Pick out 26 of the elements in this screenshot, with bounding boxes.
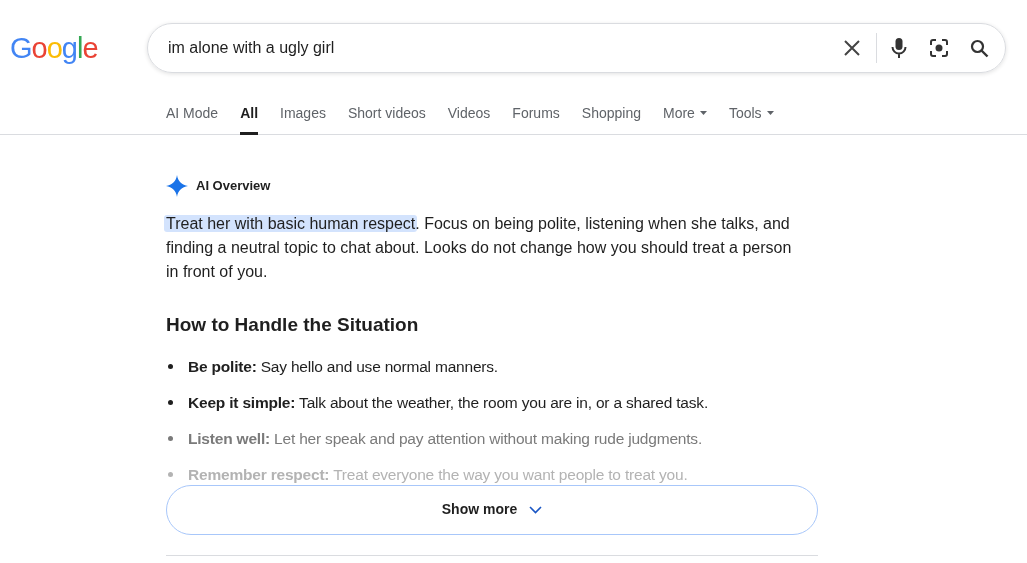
microphone-icon[interactable] xyxy=(891,37,907,59)
overview-paragraph: Treat her with basic human respect. Focus on being polite, listening when she talks, and finding a neutral topic to chat about. Looks do not change how you should treat a person in front of you. xyxy=(166,214,793,282)
nav-tab[interactable]: Images xyxy=(280,102,326,135)
list-item: Remember respect: Treat everyone the way you want people to treat you. xyxy=(188,464,688,485)
nav-tab[interactable]: Shopping xyxy=(581,102,641,135)
nav-tab[interactable]: More xyxy=(662,102,707,135)
close-icon[interactable] xyxy=(843,39,861,57)
overview-title: AI Overview xyxy=(196,177,271,196)
nav-tab[interactable]: AI Mode xyxy=(166,102,219,135)
nav-tab[interactable]: Short videos xyxy=(347,102,426,135)
nav-tab[interactable]: Forums xyxy=(512,102,560,135)
nav-tab[interactable]: All xyxy=(240,102,259,135)
chevron-down-icon xyxy=(529,505,543,514)
list-item: Keep it simple: Talk about the weather, the room you are in, or a shared task. xyxy=(188,392,708,413)
nav-tab[interactable]: Videos xyxy=(447,102,491,135)
search-query: im alone with a ugly girl xyxy=(168,38,336,58)
sparkle-icon xyxy=(166,175,188,197)
logo[interactable]: Google xyxy=(10,33,147,63)
nav-tab[interactable]: Tools xyxy=(728,102,774,135)
section-heading: How to Handle the Situation xyxy=(166,313,420,337)
search-field[interactable]: im alone with a ugly girl xyxy=(147,23,1006,73)
camera-icon[interactable] xyxy=(929,38,949,58)
list-item: Listen well: Let her speak and pay attention without making rude judgments. xyxy=(188,428,703,449)
search-icon[interactable] xyxy=(970,38,989,58)
show-more-button[interactable]: Show more xyxy=(166,484,818,535)
list-item: Be polite: Say hello and use normal manners. xyxy=(188,356,498,377)
